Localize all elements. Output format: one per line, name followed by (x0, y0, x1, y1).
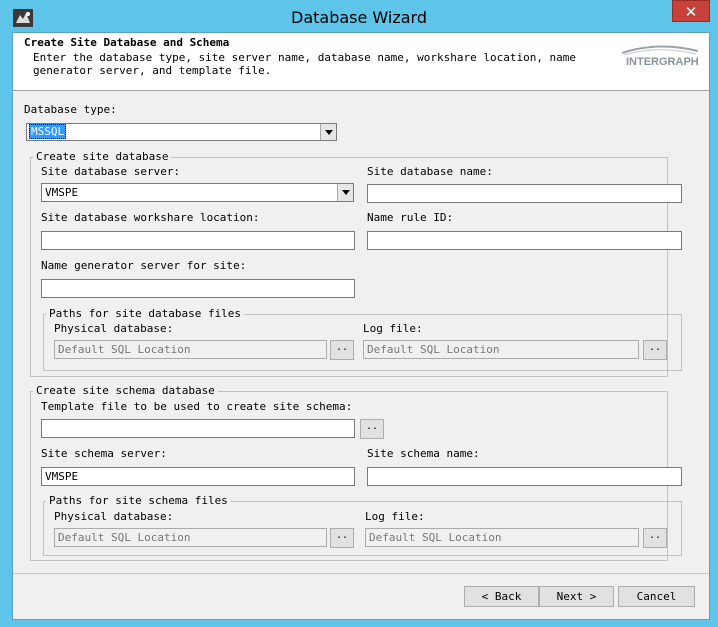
chevron-down-icon[interactable] (337, 184, 353, 201)
site-db-physical-browse-button[interactable]: .. (330, 340, 354, 360)
site-db-workshare-input[interactable] (41, 231, 355, 250)
site-db-physical-label: Physical database: (54, 322, 174, 335)
database-type-label: Database type: (24, 103, 117, 116)
site-db-server-dropdown[interactable]: VMSPE (41, 183, 354, 202)
next-button[interactable]: Next > (539, 586, 614, 607)
database-type-value: MSSQL (29, 124, 67, 139)
schema-paths-title: Paths for site schema files (46, 494, 231, 507)
database-wizard-window: Database Wizard ✕ Create Site Database a… (0, 0, 718, 627)
template-file-input[interactable] (41, 419, 355, 438)
chevron-down-icon[interactable] (320, 124, 336, 140)
name-generator-input[interactable] (41, 279, 355, 298)
schema-log-input[interactable]: Default SQL Location (365, 528, 639, 547)
svg-text:INTERGRAPH: INTERGRAPH (626, 56, 699, 68)
wizard-header: Create Site Database and Schema Enter th… (13, 33, 709, 91)
name-rule-id-label: Name rule ID: (367, 211, 454, 224)
site-db-log-label: Log file: (363, 322, 423, 335)
back-button[interactable]: < Back (464, 586, 539, 607)
site-db-workshare-label: Site database workshare location: (41, 211, 260, 224)
page-title: Create Site Database and Schema (24, 36, 230, 49)
site-db-paths-title: Paths for site database files (46, 307, 245, 320)
database-type-dropdown[interactable]: MSSQL (26, 123, 337, 141)
intergraph-logo: INTERGRAPH (621, 45, 699, 68)
close-icon: ✕ (684, 3, 698, 21)
site-db-physical-input[interactable]: Default SQL Location (54, 340, 327, 359)
site-db-server-label: Site database server: (41, 165, 181, 178)
template-file-browse-button[interactable]: .. (360, 419, 384, 439)
schema-physical-label: Physical database: (54, 510, 174, 523)
site-db-name-input[interactable] (367, 184, 682, 203)
site-database-group-title: Create site database (33, 150, 172, 163)
name-rule-id-input[interactable] (367, 231, 682, 250)
schema-name-label: Site schema name: (367, 447, 480, 460)
close-button[interactable]: ✕ (672, 0, 710, 22)
page-description: Enter the database type, site server nam… (33, 51, 577, 77)
schema-log-label: Log file: (365, 510, 425, 523)
schema-database-group-title: Create site schema database (33, 384, 218, 397)
cancel-button[interactable]: Cancel (618, 586, 695, 607)
schema-server-label: Site schema server: (41, 447, 167, 460)
schema-physical-input[interactable]: Default SQL Location (54, 528, 327, 547)
wizard-client-area: Create Site Database and Schema Enter th… (12, 32, 710, 620)
footer-divider (13, 573, 709, 574)
window-title: Database Wizard (291, 8, 427, 27)
template-file-label: Template file to be used to create site … (41, 400, 353, 413)
schema-physical-browse-button[interactable]: .. (330, 528, 354, 548)
schema-log-browse-button[interactable]: .. (643, 528, 667, 548)
site-db-name-label: Site database name: (367, 165, 493, 178)
schema-name-input[interactable] (367, 467, 682, 486)
name-generator-label: Name generator server for site: (41, 259, 247, 272)
site-db-log-input[interactable]: Default SQL Location (363, 340, 639, 359)
title-bar[interactable]: Database Wizard ✕ (0, 0, 718, 32)
schema-server-input[interactable]: VMSPE (41, 467, 355, 486)
site-db-log-browse-button[interactable]: .. (643, 340, 667, 360)
site-db-server-value: VMSPE (45, 186, 79, 199)
